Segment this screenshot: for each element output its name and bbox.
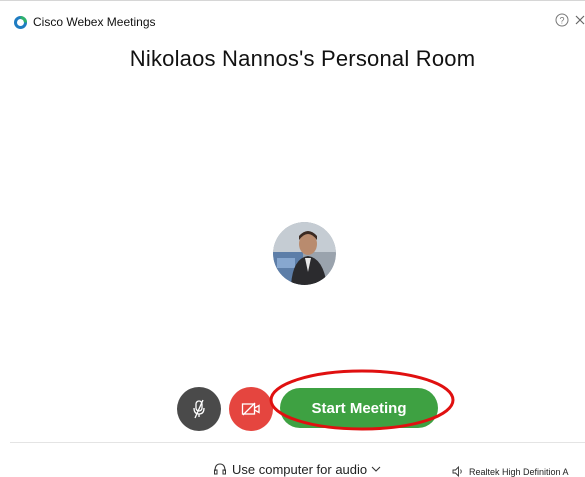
window-title: Cisco Webex Meetings [33, 15, 156, 29]
mute-button[interactable] [177, 387, 221, 431]
audio-option-label: Use computer for audio [232, 461, 368, 477]
chevron-down-icon [371, 466, 381, 472]
highlight-ring [269, 369, 455, 431]
audio-option-dropdown[interactable]: Use computer for audio [213, 461, 381, 477]
help-icon[interactable]: ? [554, 13, 570, 29]
video-button[interactable] [229, 387, 273, 431]
divider [10, 442, 585, 443]
webex-logo-icon [14, 16, 27, 29]
headset-icon [214, 463, 226, 475]
speaker-label: Realtek High Definition A [469, 466, 569, 477]
speaker-selector[interactable]: Realtek High Definition A [452, 466, 569, 477]
room-title: Nikolaos Nannos's Personal Room [129, 46, 476, 71]
top-border [0, 0, 585, 1]
speaker-icon [452, 466, 462, 477]
svg-text:?: ? [559, 16, 564, 26]
title-bar: Cisco Webex Meetings ? [0, 0, 585, 44]
avatar [273, 222, 336, 285]
microphone-muted-icon [193, 399, 205, 419]
close-icon[interactable] [575, 12, 585, 28]
video-off-icon [241, 402, 260, 416]
